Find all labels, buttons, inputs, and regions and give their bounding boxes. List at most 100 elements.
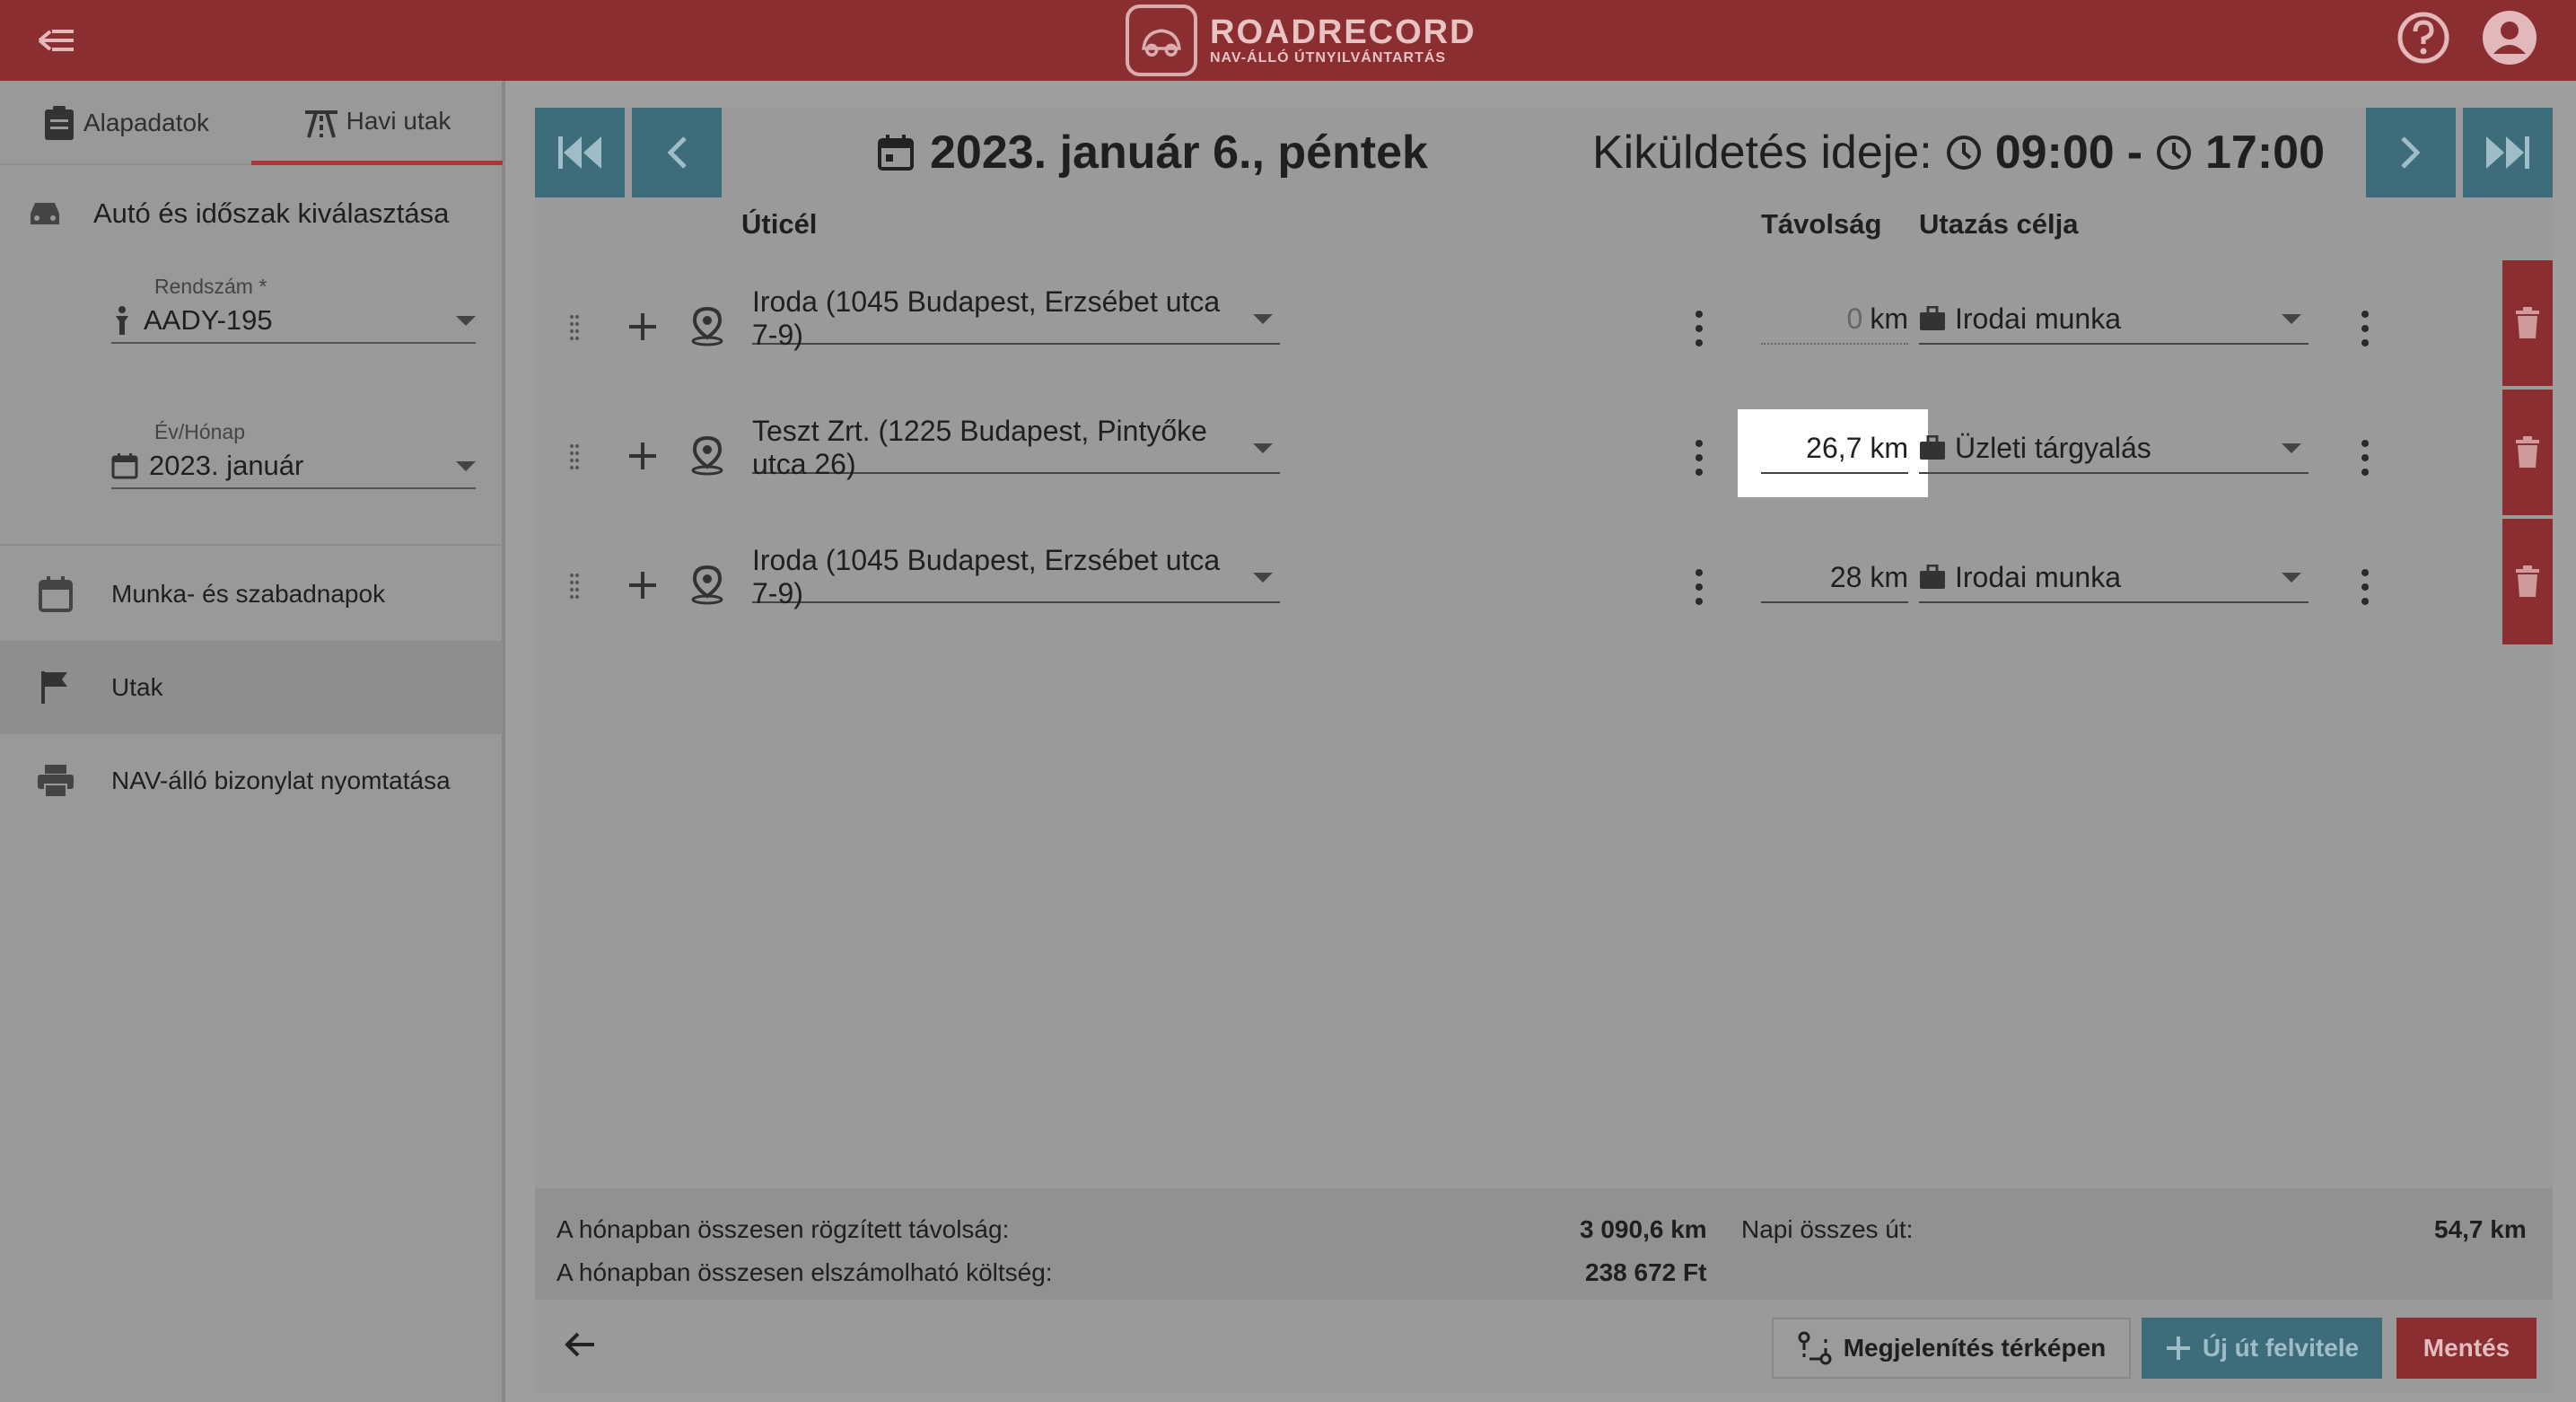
column-header-purpose: Utazás célja [1919, 208, 2079, 240]
column-header-distance: Távolság [1761, 208, 1882, 240]
drag-handle-icon[interactable] [569, 573, 580, 600]
purpose-select[interactable]: Irodai munka [1919, 553, 2309, 603]
more-options-icon[interactable] [2361, 311, 2370, 346]
date-heading: 2023. január 6., péntek [876, 126, 1428, 180]
new-trip-button[interactable]: Új út felvitele [2142, 1318, 2382, 1379]
account-icon[interactable] [2481, 9, 2538, 66]
delete-row-button[interactable] [2502, 260, 2553, 386]
chevron-down-icon [456, 460, 476, 471]
sidebar-tabs: Alapadatok Havi utak [0, 81, 505, 165]
show-on-map-button[interactable]: Megjelenítés térképen [1772, 1318, 2131, 1379]
chevron-right-icon [2401, 136, 2421, 169]
help-icon[interactable] [2395, 9, 2452, 66]
drag-handle-icon[interactable] [569, 443, 580, 470]
more-options-icon[interactable] [1695, 440, 1704, 476]
location-pin-icon [691, 436, 723, 476]
save-button[interactable]: Mentés [2396, 1318, 2537, 1379]
menu-item-trips[interactable]: Utak [0, 641, 503, 734]
trip-row: Iroda (1045 Budapest, Erzsébet utca 7-9)… [535, 260, 2553, 386]
menu-label: Munka- és szabadnapok [111, 580, 386, 608]
delete-row-button[interactable] [2502, 519, 2553, 644]
trip-row: Teszt Zrt. (1225 Budapest, Pintyőke utca… [535, 390, 2553, 515]
monthly-summary: A hónapban összesen rögzített távolság: … [535, 1188, 2553, 1300]
trash-icon [2516, 436, 2539, 468]
distance-field[interactable]: 0 km [1761, 294, 1908, 345]
briefcase-icon [1920, 565, 1945, 589]
month-select[interactable]: Év/Hónap 2023. január [111, 420, 476, 489]
purpose-select[interactable]: Irodai munka [1919, 294, 2309, 345]
column-header-destination: Úticél [741, 208, 818, 240]
tab-havi-utak[interactable]: Havi utak [251, 81, 503, 165]
menu-label: Utak [111, 673, 163, 701]
location-pin-icon [691, 307, 723, 346]
previous-day-button[interactable] [632, 108, 722, 197]
person-icon [116, 306, 128, 335]
purpose-value: Irodai munka [1955, 302, 2121, 335]
month-label: Év/Hónap [154, 420, 246, 443]
app-logo: ROADRECORD NAV-ÁLLÓ ÚTNYILVÁNTARTÁS [1126, 0, 1476, 81]
trip-row: Iroda (1045 Budapest, Erzsébet utca 7-9)… [535, 519, 2553, 644]
chevron-down-icon [2282, 572, 2301, 583]
more-options-icon[interactable] [2361, 569, 2370, 605]
next-day-button[interactable] [2366, 108, 2456, 197]
logo-title: ROADRECORD [1210, 13, 1476, 51]
more-options-icon[interactable] [1695, 569, 1704, 605]
end-time[interactable]: 17:00 [2205, 126, 2325, 180]
chevron-down-icon [1253, 443, 1273, 453]
purpose-value: Üzleti tárgyalás [1955, 431, 2151, 464]
add-stop-icon[interactable] [626, 311, 659, 343]
divider [0, 544, 503, 546]
chevron-down-icon [1253, 572, 1273, 583]
add-stop-icon[interactable] [626, 569, 659, 601]
menu-item-workdays[interactable]: Munka- és szabadnapok [0, 548, 503, 641]
more-options-icon[interactable] [2361, 440, 2370, 476]
delete-row-button[interactable] [2502, 390, 2553, 515]
dispatch-time-label: Kiküldetés ideje: [1592, 127, 1932, 179]
start-time[interactable]: 09:00 [1995, 126, 2115, 180]
logo-subtitle: NAV-ÁLLÓ ÚTNYILVÁNTARTÁS [1210, 50, 1447, 66]
tab-label: Havi utak [346, 106, 451, 135]
skip-first-icon [558, 136, 601, 169]
distance-field[interactable]: 26,7 km [1761, 424, 1908, 474]
destination-select[interactable]: Iroda (1045 Budapest, Erzsébet utca 7-9) [752, 285, 1280, 351]
plate-value: AADY-195 [144, 304, 273, 336]
last-day-button[interactable] [2463, 108, 2553, 197]
distance-value: 0 [1846, 302, 1863, 335]
clipboard-icon [44, 106, 74, 140]
daily-total-label: Napi összes út: [1741, 1215, 1914, 1243]
menu-collapse-icon[interactable] [34, 18, 79, 63]
arrow-left-icon[interactable] [562, 1327, 598, 1363]
distance-unit: km [1870, 302, 1908, 335]
menu-item-print[interactable]: NAV-álló bizonylat nyomtatása [0, 734, 503, 828]
destination-value: Teszt Zrt. (1225 Budapest, Pintyőke utca… [752, 415, 1207, 480]
chevron-down-icon [456, 315, 476, 326]
chevron-left-icon [667, 136, 687, 169]
billable-cost-label: A hónapban összesen elszámolható költség… [556, 1258, 1053, 1286]
trip-editor-card: 2023. január 6., péntek Kiküldetés ideje… [535, 108, 2553, 1393]
destination-value: Iroda (1045 Budapest, Erzsébet utca 7-9) [752, 285, 1221, 351]
purpose-value: Irodai munka [1955, 560, 2121, 593]
plate-label: Rendszám * [154, 275, 267, 298]
section-title: Autó és időszak kiválasztása [27, 197, 449, 230]
drag-handle-icon[interactable] [569, 314, 580, 341]
month-value: 2023. január [149, 450, 304, 481]
distance-value: 26,7 km [1806, 431, 1908, 464]
location-pin-icon [691, 565, 723, 605]
tab-alapadatok[interactable]: Alapadatok [0, 81, 251, 165]
first-day-button[interactable] [535, 108, 625, 197]
plus-icon [2166, 1336, 2190, 1360]
purpose-select[interactable]: Üzleti tárgyalás [1919, 424, 2309, 474]
date-label: 2023. január 6., péntek [930, 127, 1428, 179]
chevron-down-icon [2282, 443, 2301, 453]
daily-total-value: 54,7 km [2434, 1215, 2527, 1243]
distance-field[interactable]: 28 km [1761, 553, 1908, 603]
recorded-distance-label: A hónapban összesen rögzített távolság: [556, 1215, 1010, 1243]
destination-select[interactable]: Teszt Zrt. (1225 Budapest, Pintyőke utca… [752, 415, 1280, 480]
calendar-icon [111, 453, 138, 479]
add-stop-icon[interactable] [626, 440, 659, 472]
destination-value: Iroda (1045 Budapest, Erzsébet utca 7-9) [752, 544, 1221, 609]
flag-icon [41, 671, 67, 704]
plate-select[interactable]: Rendszám * AADY-195 [111, 275, 476, 344]
more-options-icon[interactable] [1695, 311, 1704, 346]
destination-select[interactable]: Iroda (1045 Budapest, Erzsébet utca 7-9) [752, 544, 1280, 609]
